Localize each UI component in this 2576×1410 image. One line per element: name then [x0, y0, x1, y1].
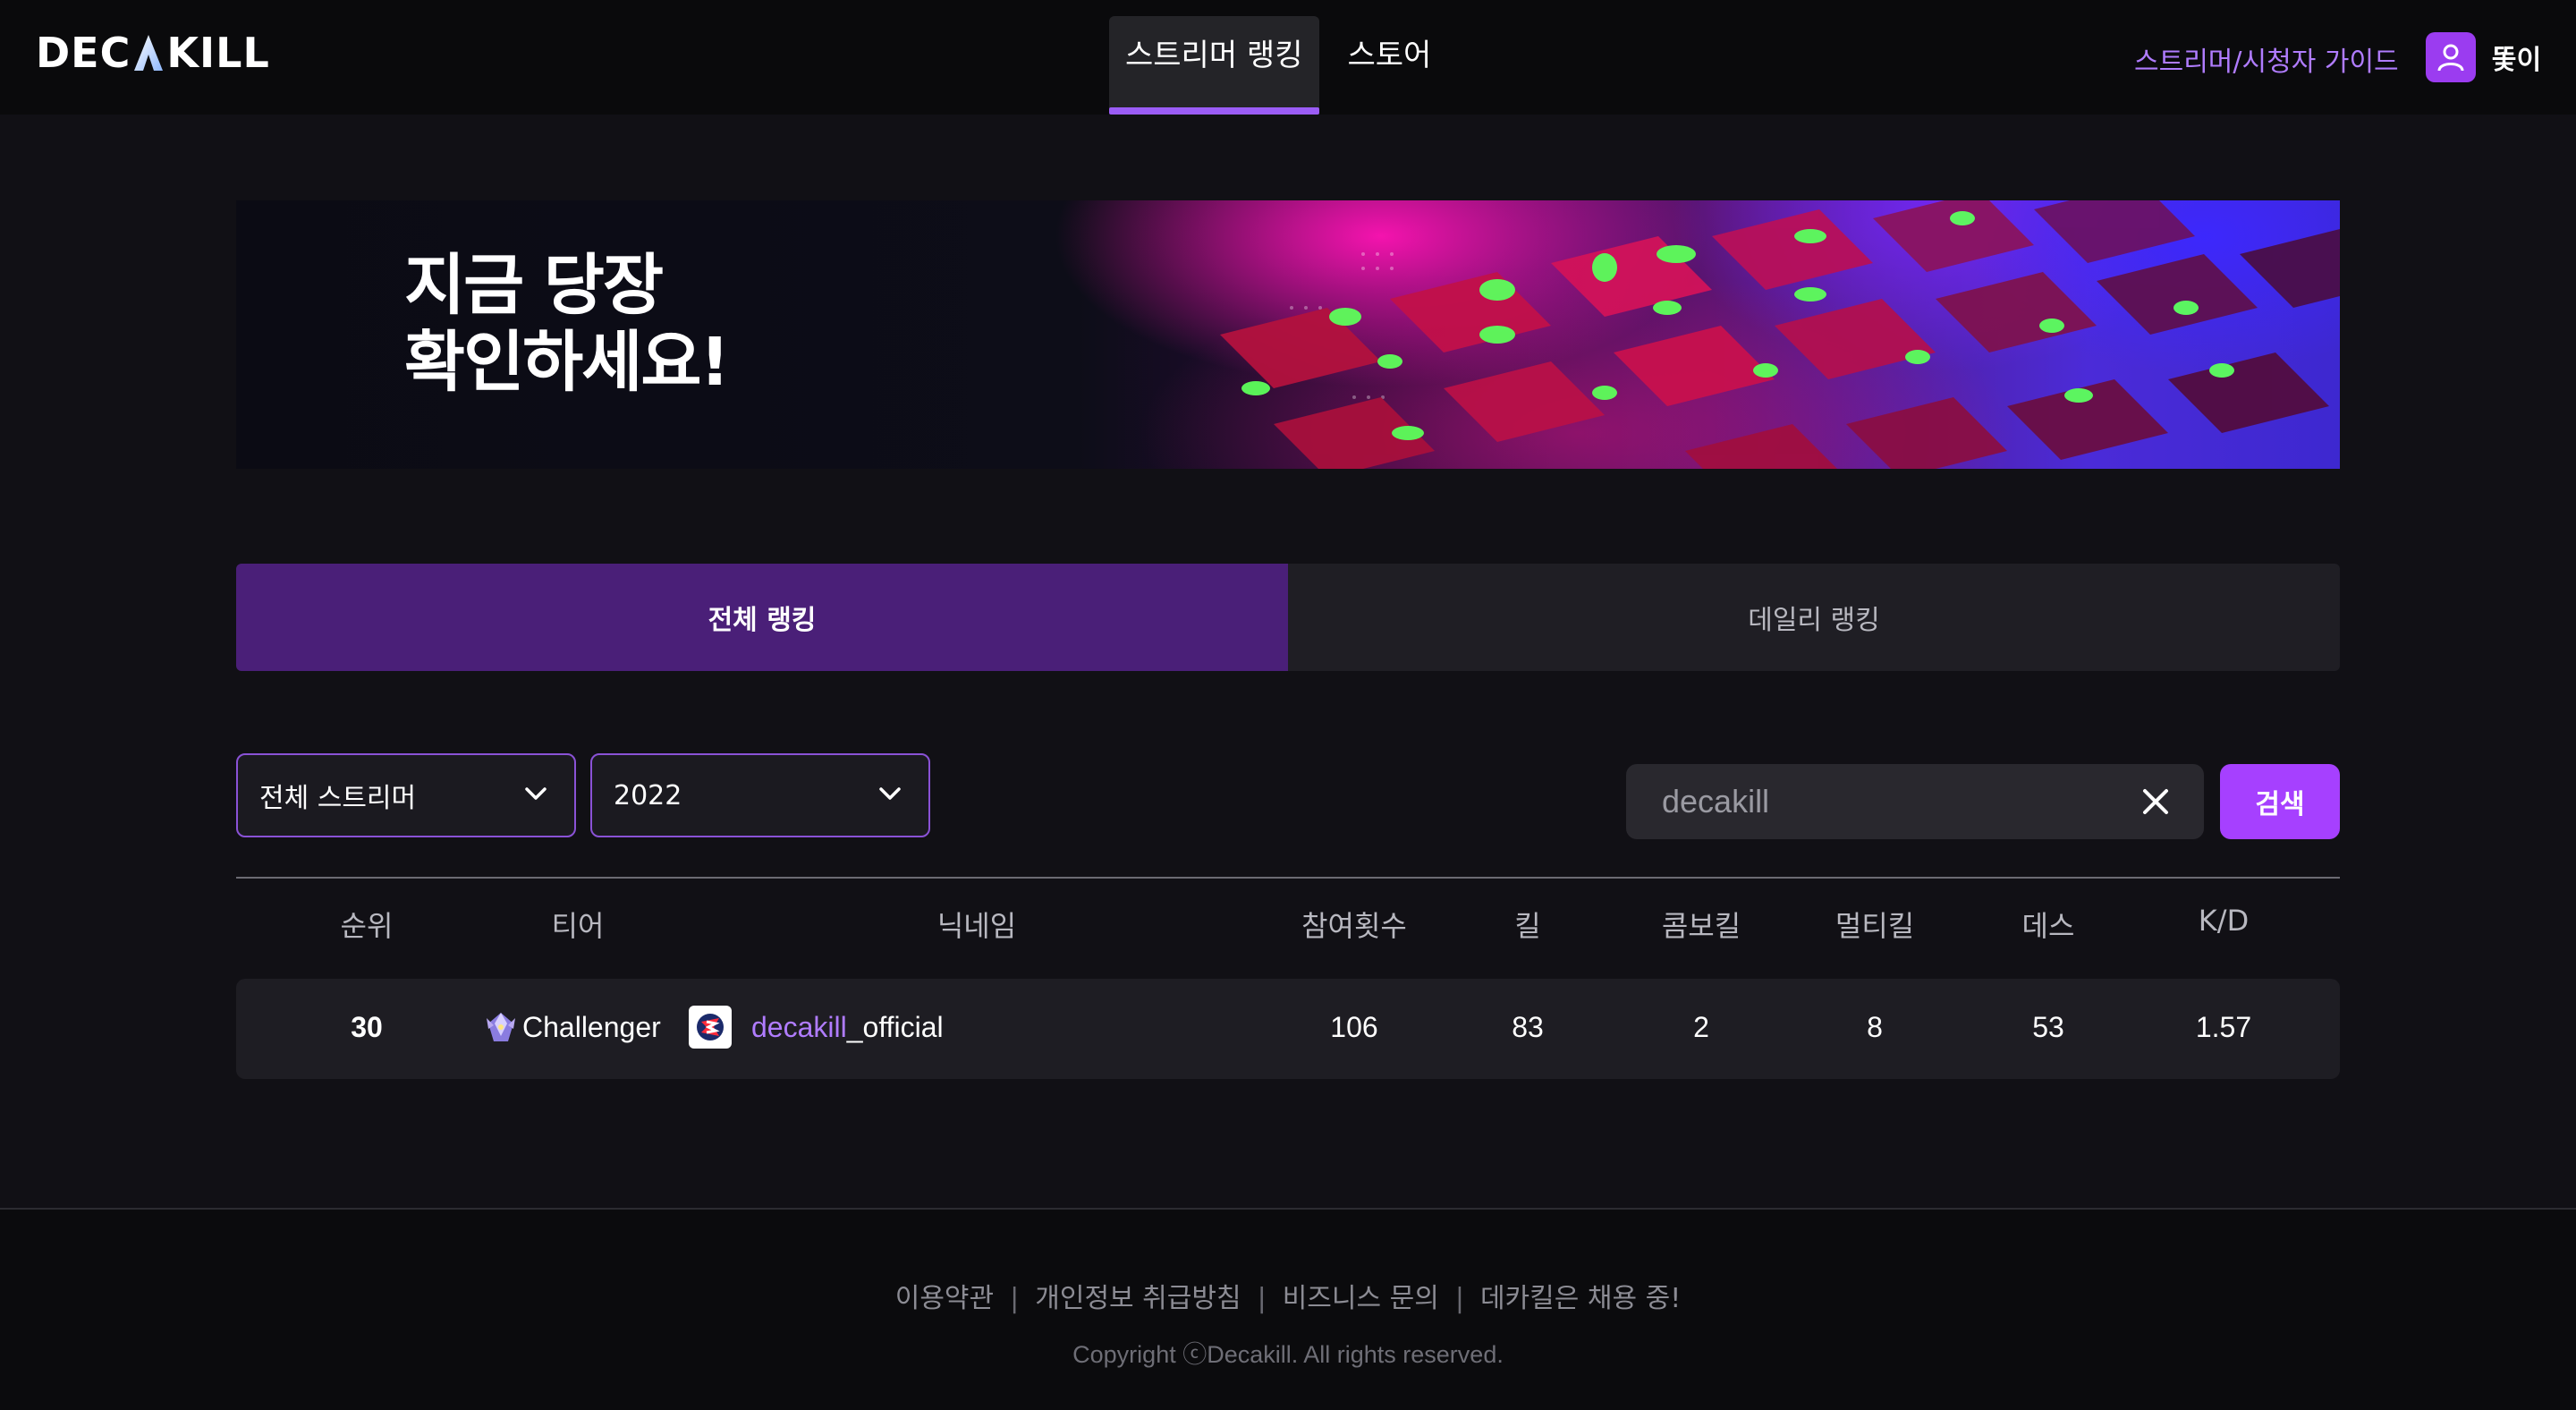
- streamer-filter-value: 전체 스트리머: [259, 783, 417, 814]
- cell-tier: Challenger: [483, 1009, 661, 1045]
- nickname-rest: _official: [846, 1010, 944, 1043]
- nickname-text: decakill_official: [751, 1011, 944, 1044]
- search-button[interactable]: 검색: [2220, 764, 2340, 839]
- top-header: DEC KILL 스트리머 랭킹 스토어 스트리머/시청자 가이드 똧이: [0, 0, 2576, 115]
- user-name: 똧이: [2492, 45, 2542, 76]
- cell-kd: 1.57: [2195, 1011, 2252, 1043]
- cell-nickname[interactable]: decakill_official: [689, 1006, 944, 1049]
- footer: 이용약관 | 개인정보 취급방침 | 비즈니스 문의 | 데카킬은 채용 중! Copyri…: [0, 1210, 2576, 1410]
- logo-text-prefix: DEC: [36, 29, 131, 77]
- banner-line-1: 지금 당장: [404, 247, 664, 324]
- streamer-logo-icon: [689, 1006, 732, 1049]
- table-row[interactable]: 30 Challenger decakill_official 106 83 2…: [236, 979, 2340, 1079]
- nav-tab-streamer-ranking[interactable]: 스트리머 랭킹: [1109, 16, 1319, 115]
- banner-headline: 지금 당장 확인하세요!: [404, 247, 730, 401]
- chevron-down-icon: [879, 787, 901, 800]
- col-header-kd: K/D: [2198, 904, 2250, 938]
- banner-line-2: 확인하세요!: [404, 324, 730, 401]
- guide-link[interactable]: 스트리머/시청자 가이드: [2134, 39, 2399, 79]
- close-icon[interactable]: [2141, 787, 2170, 816]
- col-header-nickname: 닉네임: [936, 909, 1017, 943]
- col-header-tier: 티어: [551, 909, 605, 943]
- year-filter-select[interactable]: 2022: [590, 753, 930, 837]
- decakill-logo[interactable]: DEC KILL: [36, 30, 270, 75]
- logo-a-mark-icon: [134, 35, 164, 71]
- footer-link-privacy[interactable]: 개인정보 취급방침: [1035, 1283, 1241, 1314]
- col-header-kills: 킬: [1514, 909, 1541, 943]
- col-header-combo-kills: 콤보킬: [1661, 909, 1741, 943]
- search-input[interactable]: [1662, 783, 2127, 820]
- footer-link-terms[interactable]: 이용약관: [895, 1283, 994, 1314]
- col-header-deaths: 데스: [2021, 909, 2075, 943]
- chevron-down-icon: [525, 787, 547, 800]
- footer-separator: |: [1257, 1283, 1267, 1314]
- cell-deaths: 53: [2032, 1011, 2064, 1043]
- search-box: [1626, 764, 2204, 839]
- tab-daily-ranking[interactable]: 데일리 랭킹: [1288, 564, 2340, 671]
- table-divider: [236, 877, 2340, 879]
- footer-link-business[interactable]: 비즈니스 문의: [1283, 1283, 1439, 1314]
- promo-banner[interactable]: 지금 당장 확인하세요!: [236, 200, 2340, 469]
- nav-tab-store[interactable]: 스토어: [1332, 16, 1448, 115]
- avatar[interactable]: [2426, 32, 2476, 82]
- copyright-text: Copyright ⓒDecakill. All rights reserved…: [1072, 1341, 1504, 1368]
- cell-combo-kills: 2: [1693, 1011, 1709, 1043]
- streamer-filter-select[interactable]: 전체 스트리머: [236, 753, 576, 837]
- cell-multi-kills: 8: [1867, 1011, 1883, 1043]
- footer-link-careers[interactable]: 데카킬은 채용 중!: [1480, 1283, 1681, 1314]
- footer-separator: |: [1010, 1283, 1020, 1314]
- col-header-multi-kills: 멀티킬: [1835, 909, 1915, 943]
- tab-total-ranking[interactable]: 전체 랭킹: [236, 564, 1288, 671]
- nickname-highlight: decakill: [751, 1010, 847, 1043]
- cell-participations: 106: [1330, 1011, 1378, 1043]
- user-icon: [2437, 44, 2464, 72]
- cell-kills: 83: [1512, 1011, 1544, 1043]
- footer-links: 이용약관 | 개인정보 취급방침 | 비즈니스 문의 | 데카킬은 채용 중!: [0, 1276, 2576, 1315]
- challenger-tier-icon: [487, 1013, 515, 1041]
- col-header-participations: 참여횟수: [1301, 909, 1407, 943]
- user-menu[interactable]: 똧이: [2426, 32, 2541, 82]
- logo-text-suffix: KILL: [166, 29, 270, 77]
- footer-separator: |: [1454, 1283, 1464, 1314]
- year-filter-value: 2022: [614, 779, 682, 811]
- ranking-tabs: 전체 랭킹 데일리 랭킹: [236, 564, 2340, 671]
- main-nav: 스트리머 랭킹 스토어: [1109, 16, 1447, 115]
- col-header-rank: 순위: [340, 909, 394, 943]
- cell-rank: 30: [351, 1011, 383, 1043]
- tier-label: Challenger: [522, 1010, 661, 1043]
